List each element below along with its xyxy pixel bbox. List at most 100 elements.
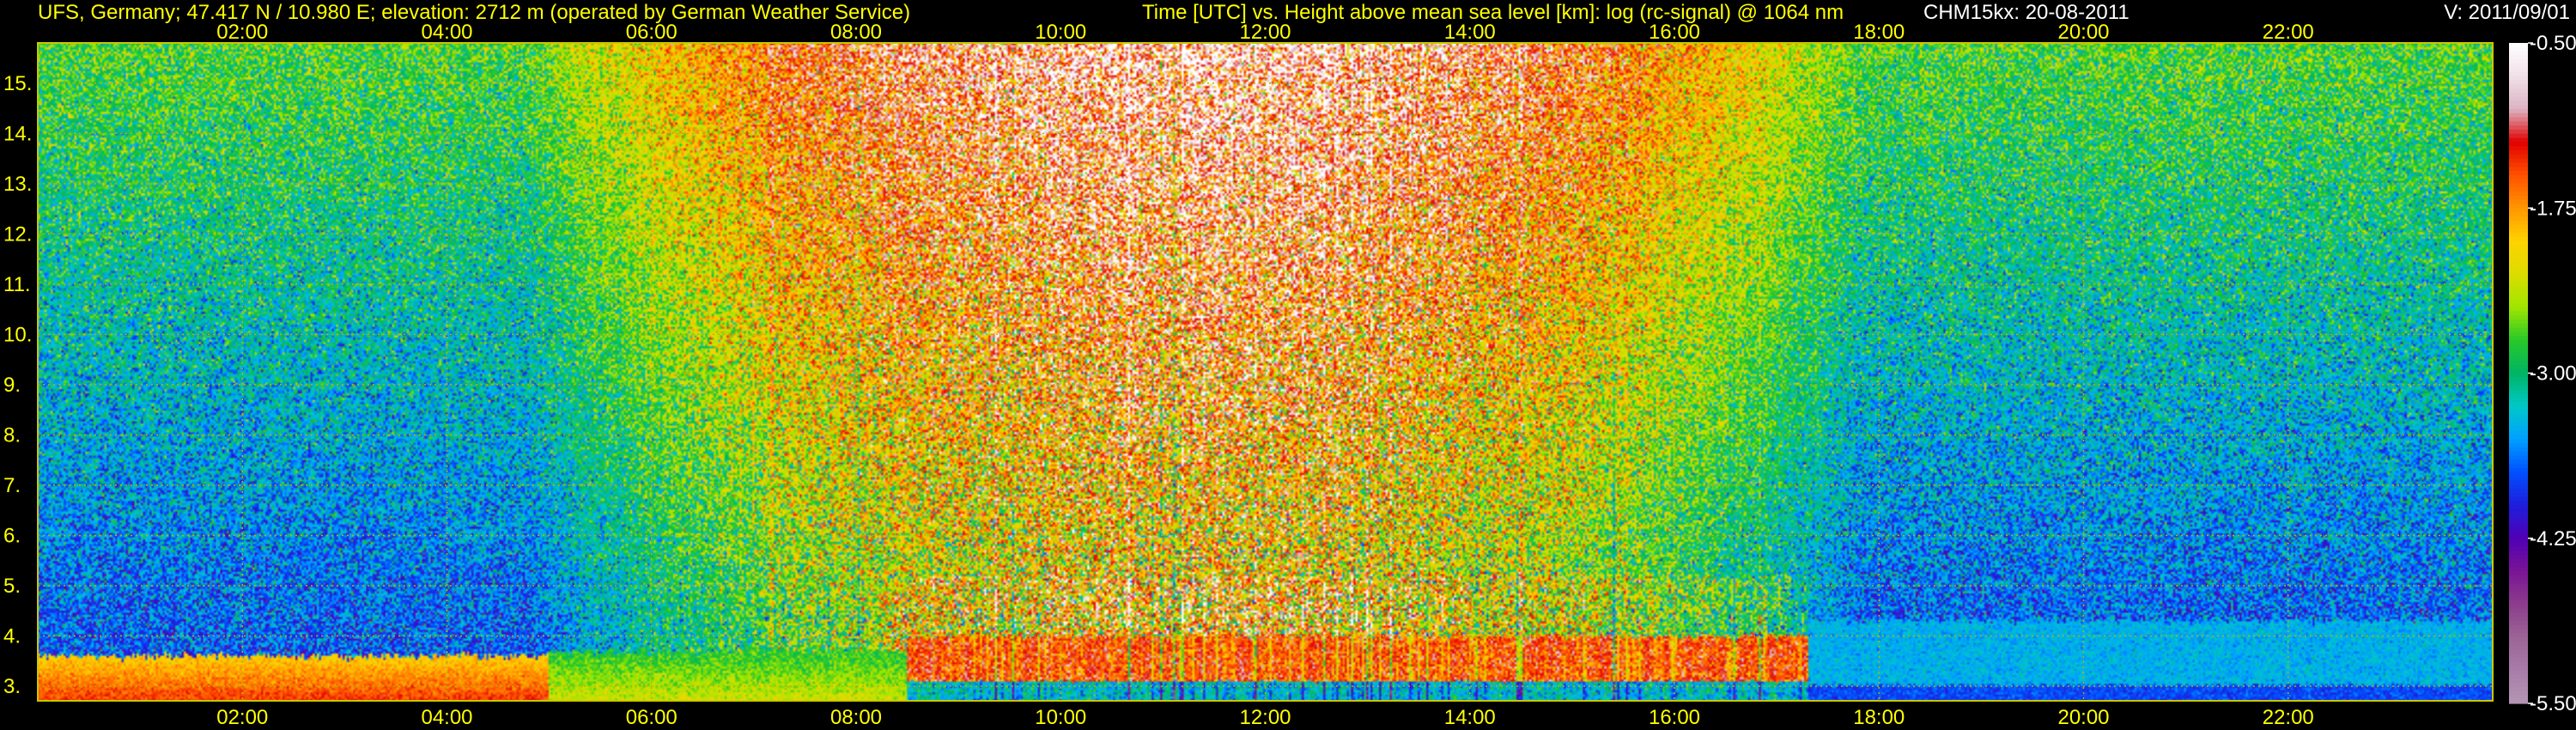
colorbar-segment (2509, 389, 2528, 395)
y-tick-label: 12. (3, 222, 32, 246)
colorbar-label: -0.50 (2530, 32, 2576, 55)
colorbar-segment (2509, 538, 2528, 544)
colorbar-segment (2509, 410, 2528, 416)
x-tick-label-bottom: 22:00 (2263, 706, 2314, 729)
colorbar-segment (2509, 224, 2528, 229)
colorbar-segment (2509, 149, 2528, 155)
colorbar-segment (2509, 290, 2528, 295)
colorbar-segment (2509, 501, 2528, 506)
colorbar-segment (2509, 154, 2528, 160)
colorbar-segment (2509, 64, 2528, 69)
colorbar-segment (2509, 315, 2528, 320)
colorbar-segment (2509, 228, 2528, 234)
x-tick-label-bottom: 04:00 (421, 706, 472, 729)
colorbar-segment (2509, 666, 2528, 672)
colorbar-segment (2509, 418, 2528, 423)
colorbar-segment (2509, 332, 2528, 337)
colorbar-segment (2509, 208, 2528, 213)
colorbar-segment (2509, 455, 2528, 461)
colorbar-segment (2509, 236, 2528, 242)
colorbar-segment (2509, 435, 2528, 440)
y-tick-label: 4. (3, 625, 21, 648)
x-tick-label-bottom: 06:00 (626, 706, 677, 729)
colorbar-segment (2509, 423, 2528, 428)
colorbar-segment (2509, 620, 2528, 626)
x-tick-label-top: 16:00 (1649, 21, 1700, 44)
y-tick-label: 11. (3, 273, 31, 296)
y-tick-label: 7. (3, 474, 21, 497)
colorbar-segment (2509, 637, 2528, 642)
colorbar-segment (2509, 617, 2528, 622)
colorbar-segment (2509, 542, 2528, 547)
colorbar-segment (2509, 298, 2528, 304)
colorbar-segment (2509, 608, 2528, 613)
colorbar-segment (2509, 183, 2528, 188)
colorbar-segment (2509, 257, 2528, 263)
colorbar-segment (2509, 546, 2528, 551)
colorbar-segment (2509, 686, 2528, 692)
colorbar-segment (2509, 661, 2528, 667)
colorbar-segment (2509, 641, 2528, 647)
colorbar-segment (2509, 468, 2528, 473)
colorbar-segment (2509, 398, 2528, 403)
colorbar-segment (2509, 167, 2528, 172)
colorbar-segment (2509, 319, 2528, 325)
colorbar-label: -5.50 (2530, 692, 2576, 715)
colorbar-segment (2509, 385, 2528, 391)
colorbar-segment (2509, 489, 2528, 494)
x-tick-label-top: 08:00 (830, 21, 882, 44)
x-tick-label-bottom: 08:00 (830, 706, 882, 729)
colorbar-segment (2509, 492, 2528, 498)
colorbar-segment (2509, 658, 2528, 663)
colorbar-segment (2509, 517, 2528, 523)
colorbar-segment (2509, 344, 2528, 350)
x-tick-label-bottom: 16:00 (1649, 706, 1700, 729)
colorbar-segment (2509, 113, 2528, 119)
colorbar-segment (2509, 554, 2528, 560)
colorbar-label: -4.25 (2530, 527, 2576, 551)
colorbar-segment (2509, 270, 2528, 275)
colorbar-segment (2509, 253, 2528, 259)
colorbar-segment (2509, 496, 2528, 502)
colorbar-segment (2509, 348, 2528, 354)
x-tick-label-top: 06:00 (626, 21, 677, 44)
colorbar-segment (2509, 121, 2528, 126)
colorbar-segment (2509, 592, 2528, 597)
y-tick-label: 10. (3, 323, 32, 346)
colorbar-segment (2509, 340, 2528, 345)
colorbar-segment (2509, 670, 2528, 675)
header-version: V: 2011/09/01 (2444, 1, 2570, 24)
colorbar-segment (2509, 587, 2528, 593)
colorbar-segment (2509, 162, 2528, 167)
colorbar-segment (2509, 530, 2528, 535)
colorbar-segment (2509, 199, 2528, 205)
x-tick-label-bottom: 14:00 (1444, 706, 1496, 729)
colorbar-segment (2509, 451, 2528, 457)
colorbar-segment (2509, 612, 2528, 617)
colorbar-segment (2509, 67, 2528, 73)
colorbar-segment (2509, 583, 2528, 589)
colorbar-segment (2509, 216, 2528, 222)
colorbar-segment (2509, 505, 2528, 510)
x-tick-label-top: 12:00 (1239, 21, 1291, 44)
colorbar-segment (2509, 265, 2528, 271)
colorbar-segment (2509, 192, 2528, 197)
colorbar-segment (2509, 92, 2528, 98)
x-tick-label-top: 20:00 (2057, 21, 2109, 44)
colorbar-segment (2509, 245, 2528, 250)
colorbar-segment (2509, 402, 2528, 407)
colorbar-segment (2509, 674, 2528, 679)
colorbar-segment (2509, 551, 2528, 556)
colorbar-segment (2509, 108, 2528, 114)
colorbar-segment (2509, 43, 2528, 48)
colorbar-segment (2509, 100, 2528, 106)
colorbar-segment (2509, 405, 2528, 411)
colorbar-segment (2509, 129, 2528, 135)
colorbar-segment (2509, 558, 2528, 564)
colorbar-segment (2509, 55, 2528, 60)
colorbar-segment (2509, 59, 2528, 64)
colorbar-label: -3.00 (2530, 362, 2576, 386)
colorbar-segment (2509, 513, 2528, 519)
colorbar-segment (2509, 212, 2528, 217)
colorbar-segment (2509, 599, 2528, 605)
